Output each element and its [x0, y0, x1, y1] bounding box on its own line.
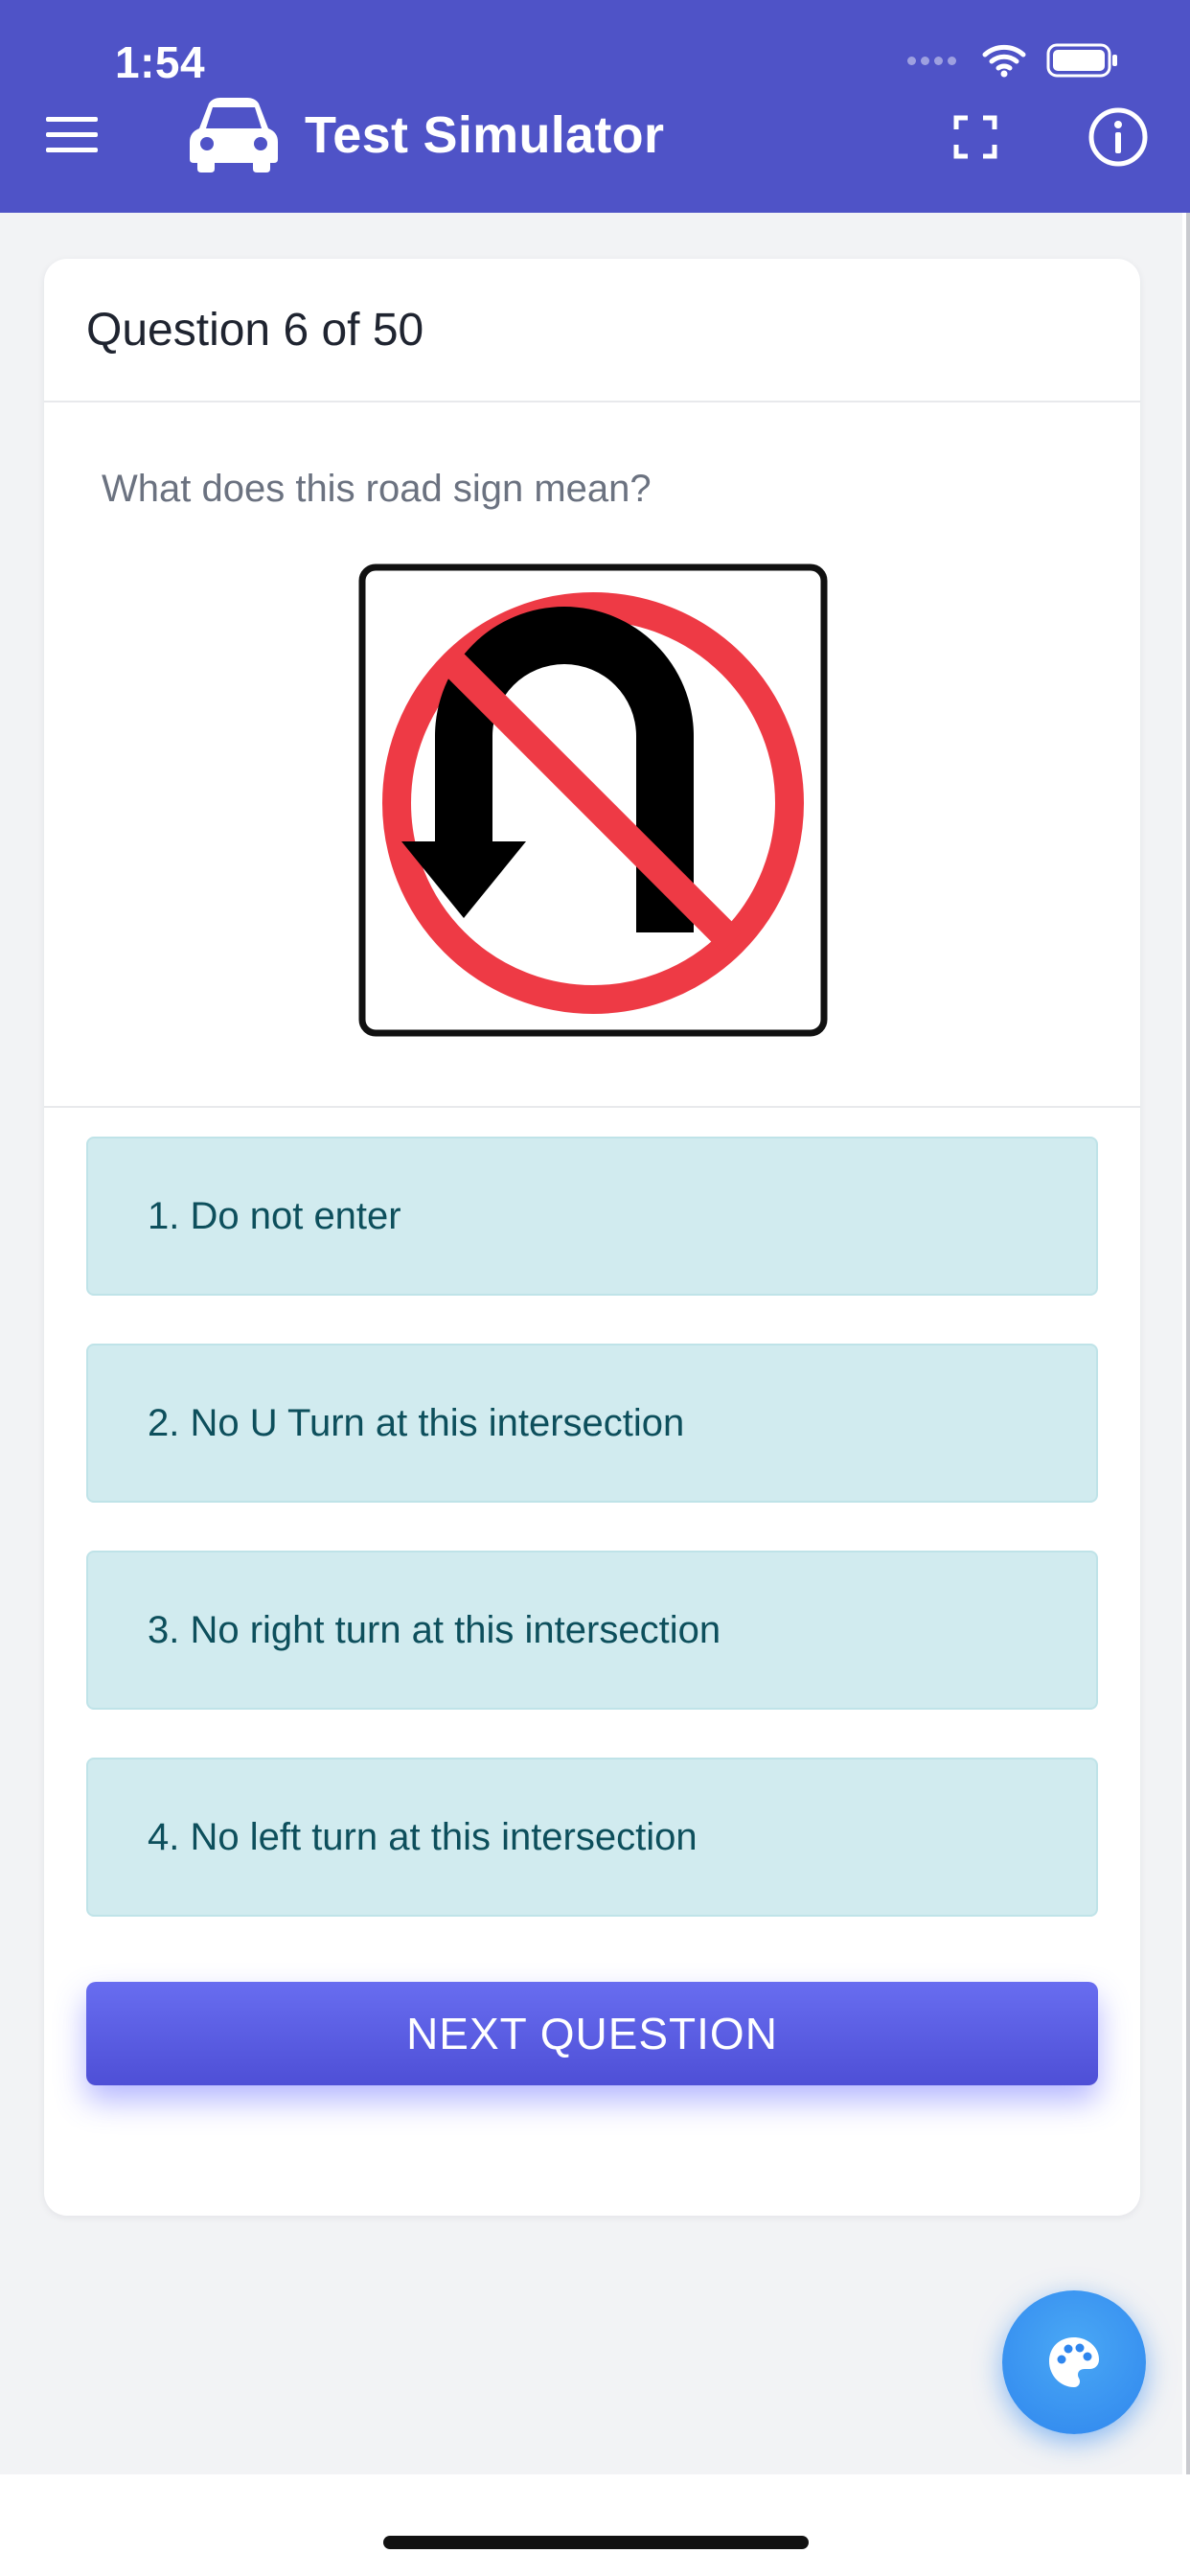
- hamburger-menu-icon: [46, 117, 98, 152]
- fullscreen-button[interactable]: [939, 101, 1012, 173]
- answer-option-2[interactable]: 2. No U Turn at this intersection: [86, 1344, 1098, 1503]
- app-title: Test Simulator: [305, 106, 665, 164]
- question-text: What does this road sign mean?: [102, 468, 652, 510]
- answer-option-4[interactable]: 4. No left turn at this intersection: [86, 1758, 1098, 1917]
- question-card: Question 6 of 50 What does this road sig…: [44, 259, 1140, 2216]
- bottom-safe-area: [0, 2474, 1190, 2576]
- answer-option-3[interactable]: 3. No right turn at this intersection: [86, 1551, 1098, 1710]
- no-u-turn-sign-image: [358, 564, 828, 1037]
- question-section: What does this road sign mean?: [44, 402, 1140, 1108]
- app-screen: 1:54 Test Simulator Question 6 of 50 Wha…: [0, 0, 1190, 2576]
- app-header: 1:54 Test Simulator: [0, 0, 1190, 213]
- scrollbar-thumb[interactable]: [1186, 213, 1190, 2474]
- battery-icon: [1046, 43, 1117, 78]
- status-icons: [907, 42, 1119, 79]
- status-time: 1:54: [115, 37, 206, 87]
- fullscreen-icon: [953, 115, 997, 159]
- car-icon: [190, 98, 278, 172]
- home-indicator[interactable]: [383, 2536, 809, 2549]
- answer-option-1[interactable]: 1. Do not enter: [86, 1137, 1098, 1296]
- info-icon: [1088, 107, 1148, 167]
- info-button[interactable]: [1081, 100, 1156, 174]
- answer-list: 1. Do not enter 2. No U Turn at this int…: [86, 1137, 1098, 1965]
- question-counter: Question 6 of 50: [86, 304, 424, 356]
- signal-icon: [907, 56, 956, 65]
- card-header: Question 6 of 50: [44, 259, 1140, 402]
- next-question-button[interactable]: NEXT QUESTION: [86, 1982, 1098, 2085]
- wifi-icon: [982, 44, 1026, 78]
- menu-button[interactable]: [38, 105, 105, 163]
- app-brand: Test Simulator: [188, 96, 664, 174]
- palette-icon: [1049, 2337, 1099, 2387]
- theme-palette-button[interactable]: [1002, 2290, 1146, 2434]
